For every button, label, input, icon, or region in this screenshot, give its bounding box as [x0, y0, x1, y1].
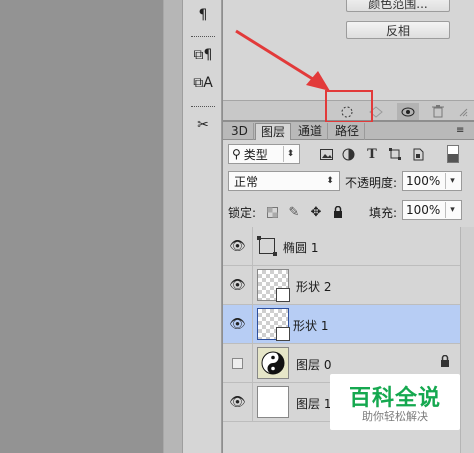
- panel-dock-edge: [163, 0, 182, 453]
- layer-visibility-toggle[interactable]: 👁: [223, 227, 253, 265]
- layer-filter-value: 类型: [243, 147, 268, 162]
- chevron-down-icon[interactable]: ▾: [445, 173, 459, 189]
- layer-name: 图层 1: [296, 397, 332, 411]
- layer-name: 形状 1: [293, 319, 329, 333]
- watermark-subtitle: 助你轻松解决: [362, 410, 428, 423]
- pixel-layer-filter-icon[interactable]: [318, 146, 334, 162]
- layer-filter-select[interactable]: ⚲ 类型 ⬍: [228, 144, 300, 164]
- tab-channels[interactable]: 通道: [293, 123, 329, 140]
- lock-label: 锁定:: [228, 206, 257, 220]
- layer-thumbnail: [257, 269, 290, 302]
- paragraph-icon[interactable]: ¶: [191, 4, 215, 26]
- shape-layer-filter-icon[interactable]: [387, 146, 403, 162]
- layer-name: 椭圆 1: [283, 241, 319, 255]
- hidden-visibility-box: [232, 357, 243, 369]
- lock-transparent-pixels-icon[interactable]: [264, 204, 280, 220]
- opacity-value: 100%: [406, 174, 441, 188]
- eye-icon: 👁: [229, 277, 246, 293]
- type-layer-filter-icon[interactable]: T: [364, 146, 380, 162]
- opacity-input[interactable]: 100% ▾: [402, 171, 462, 191]
- adjustment-layer-filter-icon[interactable]: [340, 146, 356, 162]
- eye-icon: 👁: [229, 238, 246, 254]
- grip-icon[interactable]: [191, 106, 215, 108]
- annotation-arrow: [235, 29, 330, 91]
- blend-mode-select[interactable]: 正常 ⬍: [228, 171, 340, 191]
- opacity-label: 不透明度:: [345, 176, 398, 190]
- eye-icon: 👁: [229, 394, 246, 410]
- layer-row[interactable]: 👁 形状 2: [223, 266, 460, 305]
- panel-menu-icon[interactable]: ≡: [451, 123, 469, 140]
- eye-icon[interactable]: [397, 103, 419, 120]
- layer-thumbnail: [257, 386, 289, 418]
- tab-layers[interactable]: 图层: [255, 123, 292, 140]
- fill-value: 100%: [406, 203, 441, 217]
- layer-name: 图层 0: [296, 358, 332, 372]
- trash-icon[interactable]: [427, 103, 449, 120]
- tool-presets-icon[interactable]: ✂: [191, 114, 215, 136]
- layer-thumbnail: [257, 347, 289, 379]
- chevron-down-icon: ⬍: [283, 146, 297, 162]
- paragraph-styles-icon[interactable]: ⧉¶: [191, 44, 215, 66]
- chevron-down-icon[interactable]: ▾: [445, 202, 459, 218]
- character-styles-icon[interactable]: ⧉A: [191, 72, 215, 94]
- tab-paths[interactable]: 路径: [330, 123, 366, 140]
- search-icon: ⚲: [232, 147, 241, 161]
- lock-all-icon[interactable]: [330, 204, 346, 220]
- annotation-highlight-box: [325, 90, 373, 123]
- lock-image-pixels-icon[interactable]: ✎: [286, 204, 302, 220]
- invert-button[interactable]: 反相: [346, 21, 450, 39]
- ellipse-shape-icon: [257, 236, 277, 256]
- filter-toggle-switch[interactable]: [447, 145, 459, 163]
- document-canvas-area[interactable]: [0, 0, 163, 453]
- chevron-down-icon: ⬍: [326, 176, 334, 186]
- fill-input[interactable]: 100% ▾: [402, 200, 462, 220]
- layer-visibility-toggle[interactable]: 👁: [223, 305, 253, 343]
- yin-yang-icon: [261, 351, 285, 375]
- lock-icon: [440, 354, 450, 370]
- eye-icon: 👁: [229, 316, 246, 332]
- blend-mode-value: 正常: [234, 174, 259, 189]
- layer-name: 形状 2: [296, 280, 332, 294]
- grip-icon[interactable]: [191, 36, 215, 38]
- tab-3d[interactable]: 3D: [226, 123, 254, 140]
- resize-grip-icon[interactable]: [455, 103, 471, 120]
- layers-panel-tabs: 3D 图层 通道 路径 ≡: [223, 122, 474, 140]
- layer-row[interactable]: 👁 椭圆 1: [223, 227, 460, 266]
- layers-scrollbar[interactable]: [460, 227, 474, 453]
- layer-row-selected[interactable]: 👁 形状 1: [223, 305, 460, 344]
- layer-visibility-toggle[interactable]: 👁: [223, 266, 253, 304]
- watermark-logo: 百科全说 助你轻松解决: [330, 374, 460, 430]
- layer-visibility-toggle[interactable]: 👁: [223, 383, 253, 421]
- lock-position-icon[interactable]: ✥: [308, 204, 324, 220]
- layer-visibility-toggle[interactable]: [223, 344, 253, 382]
- color-range-button[interactable]: 颜色范围...: [346, 0, 450, 12]
- collapsed-panel-icon-column: ¶ ⧉¶ ⧉A ✂: [182, 0, 222, 453]
- fill-label: 填充:: [369, 206, 398, 220]
- smart-object-filter-icon[interactable]: [410, 146, 426, 162]
- layer-thumbnail: [257, 308, 290, 341]
